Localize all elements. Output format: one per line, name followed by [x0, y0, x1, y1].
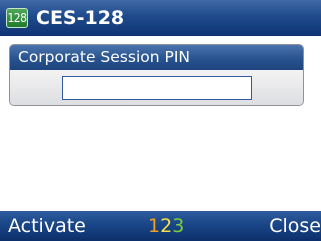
- input-mode-indicator: 123: [148, 213, 184, 239]
- pin-label-strip: Corporate Session PIN: [10, 45, 303, 70]
- pin-input-area: [10, 70, 303, 105]
- activate-softkey[interactable]: Activate: [8, 213, 86, 239]
- input-mode-char-2: 2: [160, 215, 173, 237]
- input-mode-char-3: 3: [172, 215, 185, 237]
- app-icon: 128: [6, 8, 28, 28]
- pin-input[interactable]: [62, 76, 252, 100]
- close-softkey[interactable]: Close: [269, 213, 321, 239]
- pin-field-label: Corporate Session PIN: [18, 48, 190, 66]
- input-mode-char-1: 1: [148, 215, 161, 237]
- app-title: CES-128: [36, 7, 125, 29]
- phone-screen: 128 CES-128 Corporate Session PIN Activa…: [0, 0, 321, 241]
- pin-field-panel: Corporate Session PIN: [9, 44, 304, 106]
- title-bar: 128 CES-128: [0, 0, 321, 36]
- softkey-bar: Activate 123 Close: [0, 211, 321, 241]
